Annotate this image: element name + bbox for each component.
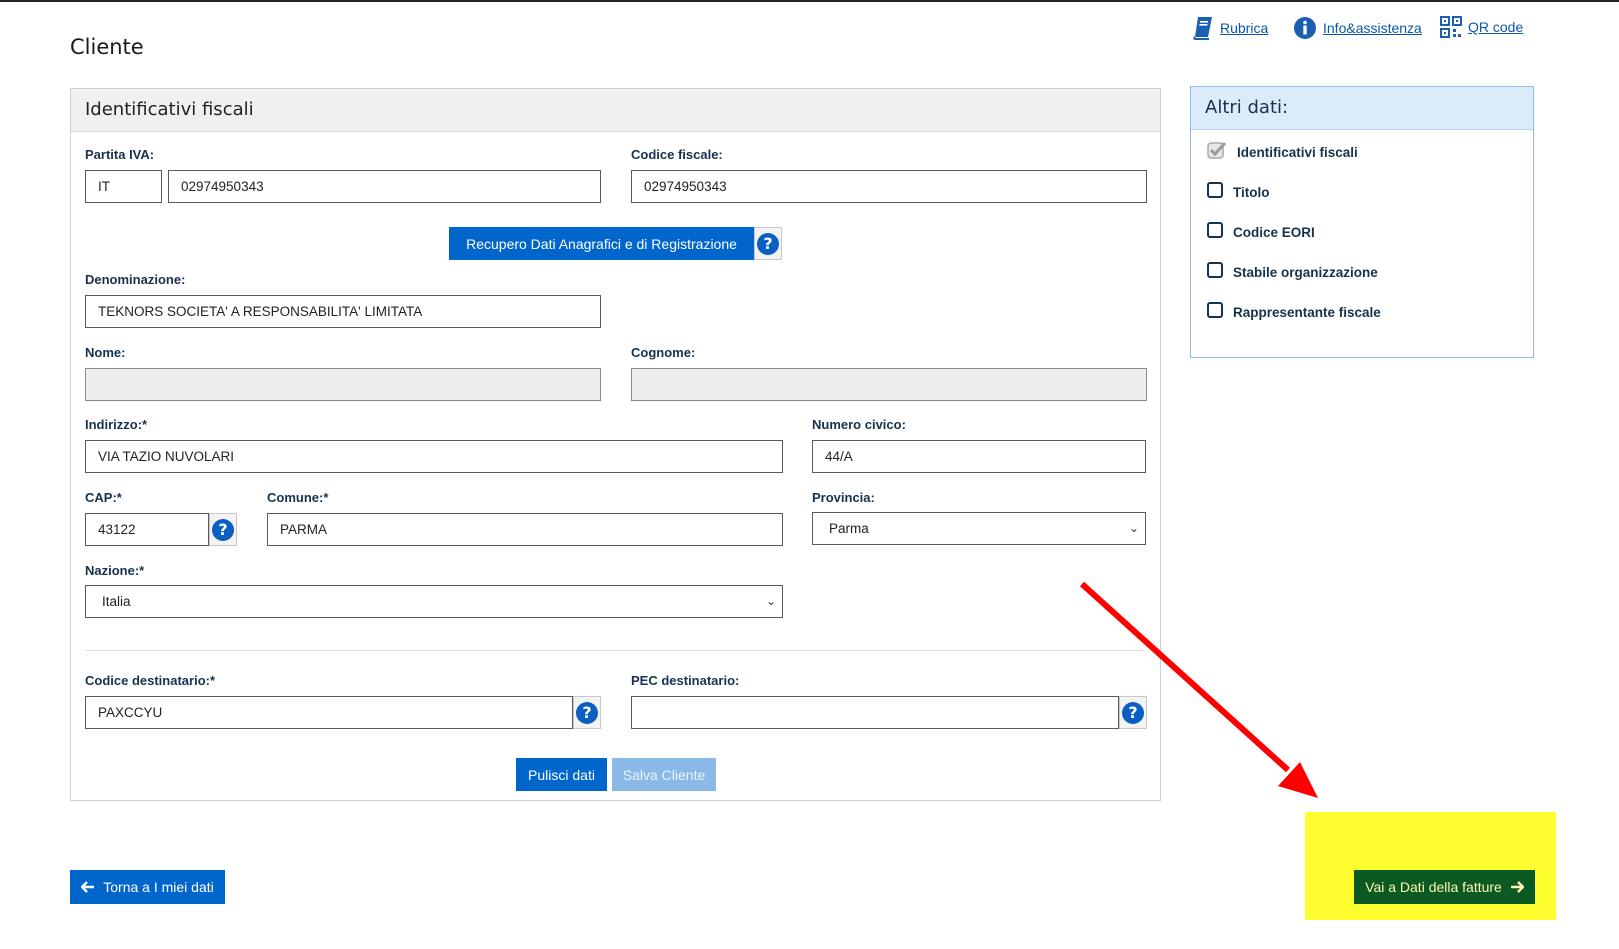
nome-input [85, 368, 601, 401]
partita-iva-input[interactable]: 02974950343 [168, 170, 601, 203]
partita-iva-label: Partita IVA: [85, 147, 155, 162]
cap-input[interactable]: 43122 [85, 513, 209, 546]
back-button[interactable]: Torna a I miei dati [70, 870, 225, 904]
checkbox-icon[interactable] [1207, 301, 1223, 318]
qr-link[interactable]: QR code [1440, 16, 1523, 38]
checkbox-rappresentante-fiscale[interactable]: Rappresentante fiscale [1207, 299, 1381, 320]
arrow-right-icon [1510, 881, 1524, 893]
checkbox-codice-eori[interactable]: Codice EORI [1207, 219, 1315, 240]
pec-destinatario-label: PEC destinatario: [631, 673, 740, 688]
codice-destinatario-input[interactable]: PAXCCYU [85, 696, 573, 729]
checkbox-icon[interactable] [1207, 261, 1223, 278]
comune-input[interactable]: PARMA [267, 513, 783, 546]
codice-fiscale-input[interactable]: 02974950343 [631, 170, 1147, 203]
numero-civico-input[interactable]: 44/A [812, 440, 1146, 473]
nazione-select[interactable]: Italia ⌄ [85, 585, 783, 618]
numero-civico-label: Numero civico: [812, 417, 906, 432]
denominazione-label: Denominazione: [85, 272, 186, 287]
nazione-label: Nazione:* [85, 563, 145, 578]
checkbox-icon[interactable] [1207, 181, 1223, 198]
info-link-label[interactable]: Info&assistenza [1323, 20, 1422, 36]
altri-dati-panel: Altri dati: Identificativi fiscali Titol… [1190, 86, 1534, 358]
checkbox-label: Stabile organizzazione [1233, 265, 1378, 280]
info-icon [1294, 17, 1316, 39]
chevron-down-icon: ⌄ [1128, 521, 1139, 535]
rubrica-link-label[interactable]: Rubrica [1220, 20, 1268, 36]
help-icon: ? [757, 232, 779, 255]
checkbox-stabile-organizzazione[interactable]: Stabile organizzazione [1207, 259, 1378, 280]
info-link[interactable]: Info&assistenza [1293, 16, 1422, 40]
next-button[interactable]: Vai a Dati della fatture [1354, 870, 1535, 904]
checkbox-label: Codice EORI [1233, 225, 1315, 240]
cognome-input [631, 368, 1147, 401]
indirizzo-input[interactable]: VIA TAZIO NUVOLARI [85, 440, 783, 473]
checkbox-label: Titolo [1233, 185, 1270, 200]
red-arrow-annotation [1079, 581, 1318, 798]
cap-help-button[interactable]: ? [209, 513, 237, 546]
indirizzo-label: Indirizzo:* [85, 417, 148, 432]
partita-iva-country-input[interactable]: IT [85, 170, 162, 203]
codice-destinatario-label: Codice destinatario:* [85, 673, 216, 688]
cognome-label: Cognome: [631, 345, 696, 360]
rubrica-link[interactable]: Rubrica [1192, 16, 1268, 40]
nome-label: Nome: [85, 345, 126, 360]
book-icon [1193, 17, 1212, 40]
provincia-select[interactable]: Parma ⌄ [812, 512, 1146, 545]
section-divider [85, 650, 1143, 651]
next-button-label: Vai a Dati della fatture [1365, 879, 1502, 895]
checkbox-icon[interactable] [1207, 221, 1223, 238]
checkbox-label: Rappresentante fiscale [1233, 305, 1381, 320]
denominazione-input[interactable]: TEKNORS SOCIETA' A RESPONSABILITA' LIMIT… [85, 295, 601, 328]
page-title: Cliente [70, 35, 144, 59]
chevron-down-icon: ⌄ [765, 594, 776, 608]
codice-destinatario-help-button[interactable]: ? [573, 696, 601, 729]
panel-title: Identificativi fiscali [71, 89, 1160, 132]
nazione-select-value: Italia [102, 594, 131, 609]
cap-label: CAP:* [85, 490, 122, 505]
altri-dati-title: Altri dati: [1191, 87, 1533, 130]
help-icon: ? [212, 518, 234, 541]
checkbox-titolo[interactable]: Titolo [1207, 179, 1270, 200]
back-button-label: Torna a I miei dati [103, 879, 214, 895]
qr-link-label[interactable]: QR code [1468, 19, 1523, 35]
checkbox-identificativi-fiscali[interactable]: Identificativi fiscali [1207, 139, 1358, 160]
salva-cliente-button[interactable]: Salva Cliente [612, 758, 716, 791]
pulisci-dati-button[interactable]: Pulisci dati [516, 758, 607, 791]
help-icon: ? [576, 701, 598, 724]
arrow-left-icon [81, 881, 95, 893]
checked-checkbox-icon [1207, 141, 1227, 159]
checkbox-label: Identificativi fiscali [1237, 145, 1358, 160]
pec-destinatario-input[interactable] [631, 696, 1119, 729]
codice-fiscale-label: Codice fiscale: [631, 147, 723, 162]
recupero-help-button[interactable]: ? [754, 227, 782, 260]
provincia-select-value: Parma [829, 521, 869, 536]
recupero-dati-button[interactable]: Recupero Dati Anagrafici e di Registrazi… [449, 227, 754, 260]
comune-label: Comune:* [267, 490, 329, 505]
qr-code-icon [1440, 16, 1462, 38]
provincia-label: Provincia: [812, 490, 875, 505]
